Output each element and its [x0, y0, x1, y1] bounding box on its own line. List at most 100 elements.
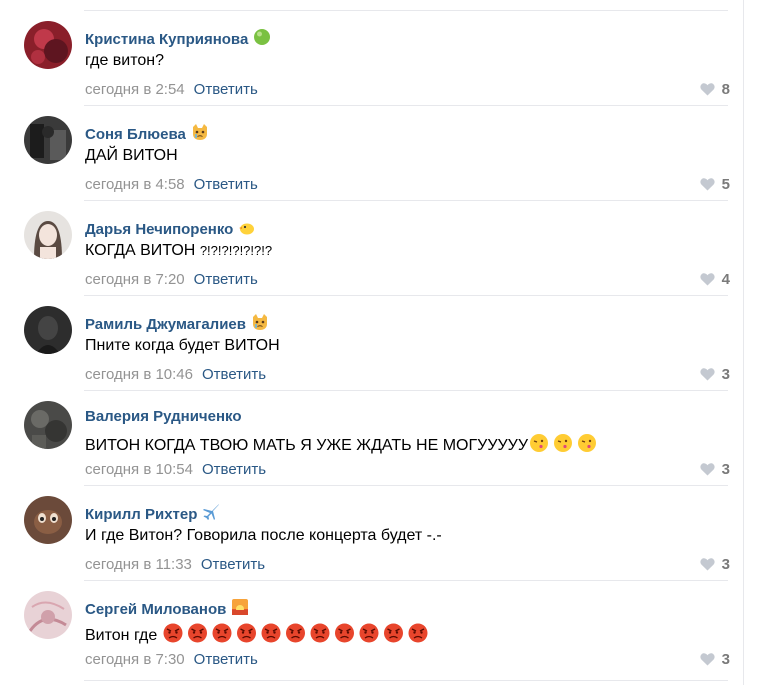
avatar[interactable] [24, 306, 72, 354]
reply-link[interactable]: Ответить [194, 81, 258, 98]
comment-date[interactable]: сегодня в 7:20 [85, 271, 185, 288]
like-count: 8 [721, 81, 730, 98]
right-border [743, 0, 744, 685]
avatar[interactable] [24, 211, 72, 259]
comment-text: КОГДА ВИТОН ?!?!?!?!?!?!? [85, 242, 272, 260]
reply-link[interactable]: Ответить [194, 176, 258, 193]
heart-icon [700, 368, 715, 381]
comment-text: ВИТОН КОГДА ТВОЮ МАТЬ Я УЖЕ ЖДАТЬ НЕ МОГ… [85, 432, 600, 459]
author-label[interactable]: Сергей Милованов [85, 601, 226, 618]
comment-date[interactable]: сегодня в 7:30 [85, 651, 185, 668]
comment-text: где витон? [85, 52, 165, 69]
author-label[interactable]: Кирилл Рихтер [85, 506, 197, 523]
comment-text: ДАЙ ВИТОН [85, 147, 178, 164]
bottom-divider [84, 680, 728, 681]
comment-date[interactable]: сегодня в 2:54 [85, 81, 185, 98]
reply-link[interactable]: Ответить [202, 366, 266, 383]
reply-link[interactable]: Ответить [201, 556, 265, 573]
comment-meta: сегодня в 7:30 Ответить [85, 651, 258, 668]
angry-face-emoji-icon [212, 623, 232, 643]
avatar[interactable] [24, 116, 72, 164]
angry-face-emoji-icon [163, 623, 183, 643]
angry-face-emoji-icon [236, 623, 256, 643]
like-button[interactable]: 3 [700, 651, 730, 668]
author-name[interactable]: Сергей Милованов [85, 598, 249, 620]
winking-kiss-emoji-icon [529, 434, 548, 452]
author-name[interactable]: Кирилл Рихтер [85, 503, 220, 525]
comment-meta: сегодня в 10:54 Ответить [85, 461, 266, 478]
comment-date[interactable]: сегодня в 11:33 [85, 556, 192, 573]
angry-face-emoji-icon [408, 623, 428, 643]
avatar[interactable] [24, 591, 72, 639]
heart-icon [700, 83, 715, 96]
like-count: 3 [721, 556, 730, 573]
comment-meta: сегодня в 11:33 Ответить [85, 556, 265, 573]
reply-link[interactable]: Ответить [202, 461, 266, 478]
author-name[interactable]: Кристина Куприянова [85, 28, 271, 50]
sunset-emoji-icon [231, 598, 249, 620]
author-name[interactable]: Дарья Нечипоренко [85, 218, 256, 240]
angry-face-emoji-icon [187, 623, 207, 643]
author-name[interactable]: Рамиль Джумагалиев [85, 313, 269, 335]
airplane-emoji-icon [202, 503, 220, 525]
like-button[interactable]: 3 [700, 556, 730, 573]
heart-icon [700, 273, 715, 286]
like-button[interactable]: 4 [700, 271, 730, 288]
angry-face-emoji-icon [383, 623, 403, 643]
author-label[interactable]: Валерия Рудниченко [85, 408, 242, 425]
green-ball-emoji-icon [253, 28, 271, 50]
author-label[interactable]: Соня Блюева [85, 126, 186, 143]
comment-item: Кирилл Рихтер И где Витон? Говорила посл… [0, 486, 744, 581]
like-button[interactable]: 5 [700, 176, 730, 193]
comments-feed: Кристина Куприянова где витон? сегодня в… [0, 0, 744, 685]
comment-item: Кристина Куприянова где витон? сегодня в… [0, 11, 744, 106]
comment-item: Дарья Нечипоренко КОГДА ВИТОН ?!?!?!?!?!… [0, 201, 744, 296]
author-label[interactable]: Кристина Куприянова [85, 31, 248, 48]
author-name[interactable]: Соня Блюева [85, 123, 209, 145]
comment-text: Витон где [85, 622, 434, 649]
comment-date[interactable]: сегодня в 10:54 [85, 461, 193, 478]
crying-cat-emoji-icon [251, 313, 269, 335]
heart-icon [700, 178, 715, 191]
comment-meta: сегодня в 10:46 Ответить [85, 366, 266, 383]
like-count: 3 [721, 461, 730, 478]
like-count: 3 [721, 651, 730, 668]
comment-meta: сегодня в 4:58 Ответить [85, 176, 258, 193]
heart-icon [700, 653, 715, 666]
avatar[interactable] [24, 401, 72, 449]
crying-cat-emoji-icon [191, 123, 209, 145]
angry-face-emoji-icon [310, 623, 330, 643]
comment-meta: сегодня в 7:20 Ответить [85, 271, 258, 288]
comment-text: Пните когда будет ВИТОН [85, 337, 280, 354]
angry-face-emoji-icon [334, 623, 354, 643]
heart-icon [700, 558, 715, 571]
winking-kiss-emoji-icon [553, 434, 572, 452]
emoji-row [162, 622, 434, 649]
comment-item: Валерия Рудниченко ВИТОН КОГДА ТВОЮ МАТЬ… [0, 391, 744, 486]
author-label[interactable]: Рамиль Джумагалиев [85, 316, 246, 333]
comment-date[interactable]: сегодня в 10:46 [85, 366, 193, 383]
angry-face-emoji-icon [359, 623, 379, 643]
comment-text: И где Витон? Говорила после концерта буд… [85, 527, 442, 544]
comment-text-main: ВИТОН КОГДА ТВОЮ МАТЬ Я УЖЕ ЖДАТЬ НЕ МОГ… [85, 437, 528, 454]
avatar[interactable] [24, 21, 72, 69]
comment-text-main: Витон где [85, 627, 158, 644]
reply-link[interactable]: Ответить [194, 651, 258, 668]
emoji-row [528, 432, 600, 459]
like-button[interactable]: 8 [700, 81, 730, 98]
chick-emoji-icon [238, 218, 256, 240]
comment-meta: сегодня в 2:54 Ответить [85, 81, 258, 98]
like-count: 4 [721, 271, 730, 288]
author-label[interactable]: Дарья Нечипоренко [85, 221, 233, 238]
author-name[interactable]: Валерия Рудниченко [85, 408, 242, 425]
winking-kiss-emoji-icon [577, 434, 596, 452]
like-count: 3 [721, 366, 730, 383]
like-count: 5 [721, 176, 730, 193]
heart-icon [700, 463, 715, 476]
like-button[interactable]: 3 [700, 366, 730, 383]
reply-link[interactable]: Ответить [194, 271, 258, 288]
like-button[interactable]: 3 [700, 461, 730, 478]
comment-date[interactable]: сегодня в 4:58 [85, 176, 185, 193]
comment-item: Рамиль Джумагалиев Пните когда будет ВИТ… [0, 296, 744, 391]
avatar[interactable] [24, 496, 72, 544]
